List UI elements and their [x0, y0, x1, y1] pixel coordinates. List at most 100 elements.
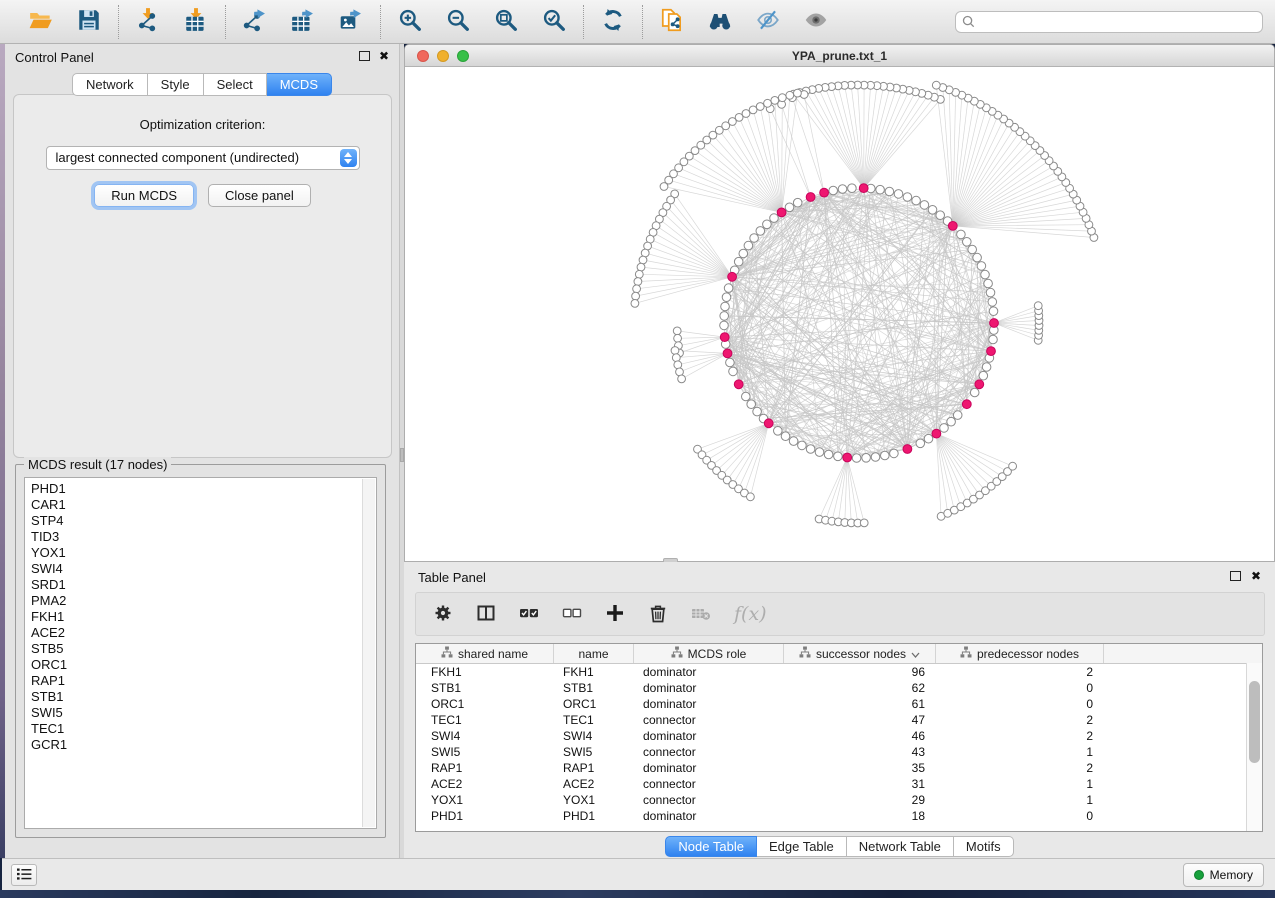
network-node[interactable]	[852, 454, 861, 463]
table-cell[interactable]: 61	[784, 696, 936, 712]
table-row[interactable]: SWI5SWI5connector431	[416, 744, 1262, 760]
network-node[interactable]	[936, 211, 945, 220]
mcds-result-item[interactable]: ORC1	[31, 657, 376, 673]
mcds-result-item[interactable]: STB1	[31, 689, 376, 705]
table-cell[interactable]: 18	[784, 808, 936, 824]
network-node[interactable]	[838, 185, 847, 194]
close-table-panel-icon[interactable]: ✖	[1251, 570, 1261, 582]
table-row[interactable]: YOX1YOX1connector291	[416, 792, 1262, 808]
network-node[interactable]	[739, 249, 748, 258]
table-cell[interactable]: 46	[784, 728, 936, 744]
tab-node-table[interactable]: Node Table	[665, 836, 757, 857]
table-options-gear-button[interactable]	[433, 603, 453, 626]
network-node[interactable]	[916, 439, 925, 448]
network-hub-node[interactable]	[962, 400, 971, 409]
network-node[interactable]	[742, 392, 751, 401]
network-hub-node[interactable]	[990, 319, 999, 328]
network-node[interactable]	[774, 427, 783, 436]
toolbar-open-folder-button[interactable]	[27, 7, 55, 37]
table-scrollbar[interactable]	[1246, 663, 1262, 831]
network-node[interactable]	[881, 451, 890, 460]
mcds-result-item[interactable]: YOX1	[31, 545, 376, 561]
network-node[interactable]	[989, 335, 998, 344]
tab-edge-table[interactable]: Edge Table	[757, 836, 847, 857]
network-node[interactable]	[984, 279, 993, 288]
column-header-predecessor-nodes[interactable]: predecessor nodes	[936, 644, 1104, 663]
mcds-result-item[interactable]: FKH1	[31, 609, 376, 625]
mcds-result-item[interactable]: TID3	[31, 529, 376, 545]
network-node[interactable]	[781, 432, 790, 441]
close-panel-icon[interactable]: ✖	[379, 50, 389, 62]
table-cell[interactable]: 62	[784, 680, 936, 696]
network-hub-node[interactable]	[903, 445, 912, 454]
network-hub-node[interactable]	[720, 333, 729, 342]
table-cell[interactable]: 1	[936, 792, 1104, 808]
mcds-result-item[interactable]: RAP1	[31, 673, 376, 689]
tab-network-table[interactable]: Network Table	[847, 836, 954, 857]
network-node[interactable]	[786, 91, 794, 99]
mcds-result-item[interactable]: CAR1	[31, 497, 376, 513]
network-node[interactable]	[632, 292, 640, 300]
network-node[interactable]	[747, 493, 755, 501]
network-node[interactable]	[824, 450, 833, 459]
show-panels-button[interactable]	[11, 864, 37, 886]
network-node[interactable]	[912, 196, 921, 205]
network-node[interactable]	[1009, 462, 1017, 470]
memory-button[interactable]: Memory	[1183, 863, 1264, 887]
network-node[interactable]	[729, 367, 738, 376]
table-cell[interactable]: connector	[634, 792, 784, 808]
toolbar-zoom-in-button[interactable]	[396, 7, 424, 37]
mcds-result-item[interactable]: TEC1	[31, 721, 376, 737]
network-canvas[interactable]	[405, 67, 1274, 561]
table-cell[interactable]: STB1	[554, 680, 634, 696]
network-node[interactable]	[720, 321, 729, 330]
network-hub-node[interactable]	[975, 380, 984, 389]
function-builder-button[interactable]: f(x)	[734, 603, 767, 625]
network-hub-node[interactable]	[932, 429, 941, 438]
table-cell[interactable]: 2	[936, 664, 1104, 680]
network-node[interactable]	[724, 284, 733, 293]
table-cell[interactable]: 29	[784, 792, 936, 808]
table-cell[interactable]: SWI5	[416, 744, 554, 760]
toolbar-import-network-button[interactable]	[134, 7, 162, 37]
table-cell[interactable]: ACE2	[554, 776, 634, 792]
network-node[interactable]	[673, 327, 681, 335]
mcds-result-item[interactable]: PHD1	[31, 481, 376, 497]
table-cell[interactable]: connector	[634, 712, 784, 728]
mcds-result-item[interactable]: PMA2	[31, 593, 376, 609]
table-cell[interactable]: dominator	[634, 664, 784, 680]
tab-select[interactable]: Select	[204, 73, 267, 96]
table-cell[interactable]: 43	[784, 744, 936, 760]
network-node[interactable]	[770, 214, 779, 223]
toolbar-hide-eye-button[interactable]	[754, 7, 782, 37]
network-node[interactable]	[722, 293, 731, 302]
table-cell[interactable]: PHD1	[416, 808, 554, 824]
network-node[interactable]	[940, 424, 949, 433]
add-column-button[interactable]	[605, 603, 625, 626]
table-cell[interactable]: dominator	[634, 680, 784, 696]
network-hub-node[interactable]	[820, 188, 829, 197]
deselect-all-checkboxes-button[interactable]	[562, 603, 582, 626]
search-input[interactable]	[955, 11, 1263, 33]
toolbar-share-document-button[interactable]	[658, 7, 686, 37]
network-node[interactable]	[968, 245, 977, 254]
table-cell[interactable]: RAP1	[416, 760, 554, 776]
network-node[interactable]	[979, 371, 988, 380]
table-cell[interactable]: connector	[634, 744, 784, 760]
network-node[interactable]	[928, 206, 937, 215]
toolbar-export-image-button[interactable]	[337, 7, 365, 37]
network-node[interactable]	[953, 411, 962, 420]
network-node[interactable]	[789, 437, 798, 446]
table-row[interactable]: SWI4SWI4dominator462	[416, 728, 1262, 744]
network-node[interactable]	[885, 187, 894, 196]
network-node[interactable]	[986, 288, 995, 297]
network-node[interactable]	[672, 354, 680, 362]
table-cell[interactable]: RAP1	[554, 760, 634, 776]
table-cell[interactable]: FKH1	[554, 664, 634, 680]
column-header-name[interactable]: name	[554, 644, 634, 663]
table-cell[interactable]: SWI4	[416, 728, 554, 744]
delete-column-button[interactable]	[648, 603, 668, 626]
mcds-result-item[interactable]: STP4	[31, 513, 376, 529]
network-node[interactable]	[631, 300, 639, 308]
table-cell[interactable]: FKH1	[416, 664, 554, 680]
